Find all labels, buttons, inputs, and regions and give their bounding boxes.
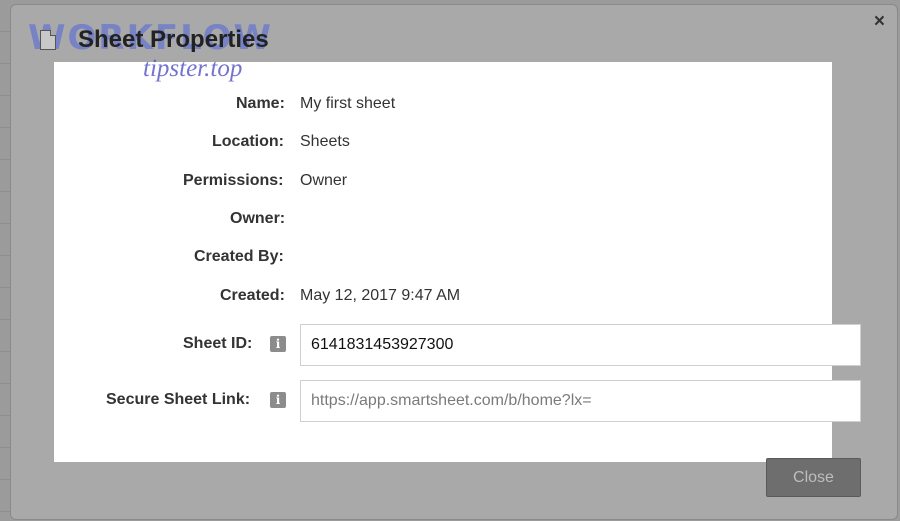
field-created: Created: (220, 287, 285, 305)
owner-label: Owner: (230, 210, 286, 227)
spreadsheet-grid-background (0, 0, 10, 521)
sheet-id-label: Sheet ID: (183, 335, 253, 352)
field-created-by: Created By: (194, 248, 284, 266)
field-sheet-id: Sheet ID: (183, 335, 252, 353)
sheet-id-info-wrap: i (270, 336, 286, 352)
redacted-owner-info (298, 204, 654, 277)
created-label: Created: (220, 287, 285, 304)
field-location-value-wrap: Sheets (300, 133, 350, 151)
location-label: Location: (212, 133, 284, 150)
secure-link-label: Secure Sheet Link: (106, 391, 251, 408)
field-location: Location: (212, 133, 284, 151)
watermark-url-text: tipster.top (143, 55, 243, 82)
sheet-id-field[interactable]: 6141831453927300 (300, 324, 861, 366)
secure-link-field[interactable]: https://app.smartsheet.com/b/home?lx= (300, 380, 861, 422)
field-secure-link: Secure Sheet Link: (106, 391, 250, 409)
name-value: My first sheet (300, 95, 396, 112)
dialog-header: Sheet Properties (40, 26, 269, 54)
field-permissions-value-wrap: Owner (300, 172, 347, 190)
name-label: Name: (236, 95, 285, 112)
close-icon[interactable]: × (874, 12, 885, 31)
permissions-value: Owner (300, 172, 348, 189)
field-owner: Owner: (230, 210, 285, 228)
field-permissions: Permissions: (183, 172, 283, 190)
location-value: Sheets (300, 133, 350, 150)
dialog-title: Sheet Properties (78, 26, 269, 53)
close-button[interactable]: Close (766, 458, 861, 497)
permissions-label: Permissions: (183, 172, 284, 189)
field-name: Name: (236, 95, 285, 113)
document-icon (40, 30, 56, 50)
info-icon[interactable]: i (270, 336, 286, 352)
created-by-label: Created By: (194, 248, 284, 265)
secure-link-info-wrap: i (270, 392, 286, 408)
field-created-value-wrap: May 12, 2017 9:47 AM (300, 287, 460, 305)
info-icon[interactable]: i (270, 392, 286, 408)
field-name-value-wrap: My first sheet (300, 95, 395, 113)
created-value: May 12, 2017 9:47 AM (300, 287, 461, 304)
